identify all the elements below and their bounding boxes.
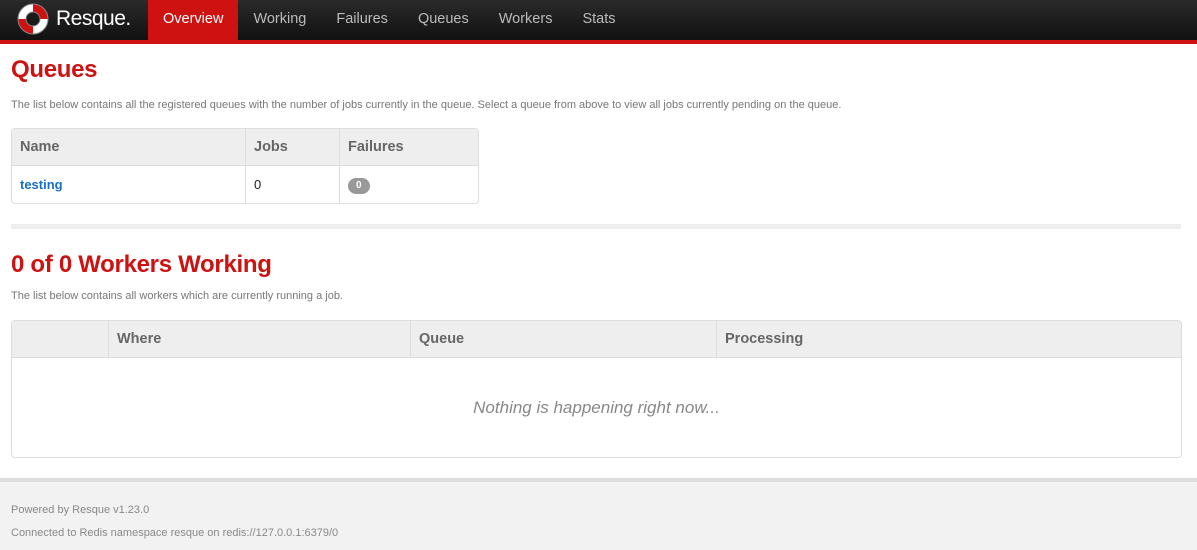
queues-title: Queues: [11, 56, 98, 83]
column-header-processing: Processing: [716, 321, 1181, 357]
workers-title: 0 of 0 Workers Working: [11, 251, 272, 278]
column-header-failures: Failures: [339, 129, 478, 166]
workers-description: The list below contains all workers whic…: [11, 290, 343, 302]
table-header-row: Name Jobs Failures: [12, 129, 478, 166]
footer-version: Powered by Resque v1.23.0: [11, 504, 150, 516]
table-row: testing 0 0: [12, 166, 478, 203]
queue-failures-cell: 0: [339, 166, 478, 203]
queue-name-cell: testing: [12, 166, 245, 203]
workers-table: Where Queue Processing Nothing is happen…: [11, 320, 1182, 458]
table-header-row: Where Queue Processing: [12, 321, 1181, 358]
column-header-name: Name: [12, 129, 245, 166]
queues-description: The list below contains all the register…: [11, 99, 842, 111]
tab-workers[interactable]: Workers: [484, 0, 568, 40]
section-divider: [11, 224, 1181, 229]
tab-overview[interactable]: Overview: [148, 0, 239, 40]
empty-workers-message: Nothing is happening right now...: [473, 398, 720, 417]
footer-connection: Connected to Redis namespace resque on r…: [11, 527, 339, 539]
column-header-blank: [12, 321, 108, 357]
queue-link-testing[interactable]: testing: [20, 177, 63, 192]
tab-working[interactable]: Working: [238, 0, 321, 40]
footer: Powered by Resque v1.23.0 Connected to R…: [0, 478, 1197, 550]
lifebuoy-icon: [17, 3, 49, 35]
queue-jobs-cell: 0: [245, 166, 339, 203]
queues-table: Name Jobs Failures testing 0 0: [11, 128, 479, 204]
tab-stats[interactable]: Stats: [567, 0, 630, 40]
column-header-jobs: Jobs: [245, 129, 339, 166]
brand-link[interactable]: Resque.: [16, 2, 131, 36]
top-navbar: Resque. Overview Working Failures Queues…: [0, 0, 1197, 44]
column-header-where: Where: [108, 321, 410, 357]
brand-name: Resque.: [56, 7, 131, 30]
tab-failures[interactable]: Failures: [321, 0, 403, 40]
nav-tabs: Overview Working Failures Queues Workers…: [148, 0, 631, 40]
column-header-queue: Queue: [410, 321, 716, 357]
tab-queues[interactable]: Queues: [403, 0, 484, 40]
failures-badge[interactable]: 0: [348, 177, 370, 194]
